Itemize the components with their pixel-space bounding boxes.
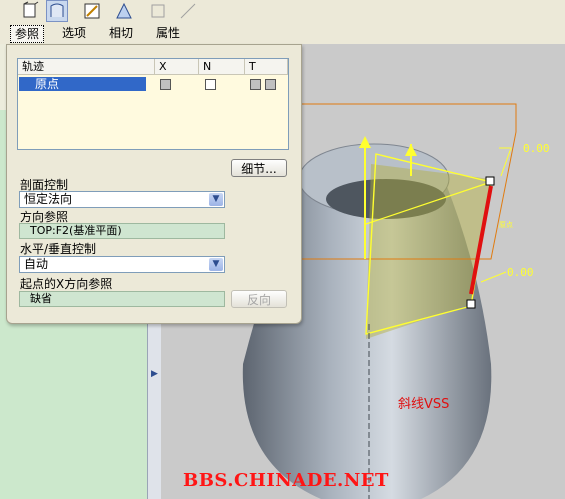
tab-references[interactable]: 参照 (10, 25, 45, 43)
t-checkbox[interactable] (250, 79, 261, 90)
dimension-label[interactable]: 0.00 (507, 266, 534, 279)
column-header-x: X (155, 59, 199, 75)
rectangle-icon (148, 1, 168, 21)
watermark: BBS.CHINADE.NET (183, 470, 389, 491)
table-row[interactable]: 原点 (19, 77, 146, 91)
x-checkbox[interactable] (160, 79, 171, 90)
section-icon[interactable] (20, 1, 40, 21)
references-panel: 轨迹 X N T 原点 细节... 剖面控制 恒定法向 ▼ 方向参照 TOP:F… (6, 44, 302, 324)
section-control-value: 恒定法向 (24, 192, 73, 206)
tab-options[interactable]: 选项 (58, 25, 90, 41)
tab-tangency[interactable]: 相切 (105, 25, 137, 41)
panel-collapse-icon[interactable]: ▶ (151, 369, 158, 379)
surface-icon[interactable] (46, 0, 68, 22)
origin-tag: 原点 (499, 221, 513, 229)
column-header-t: T (245, 59, 288, 75)
tab-properties[interactable]: 属性 (152, 25, 184, 41)
column-header-n: N (199, 59, 245, 75)
hv-control-dropdown[interactable]: 自动 ▼ (19, 256, 225, 273)
start-x-field[interactable]: 缺省 (19, 291, 225, 307)
trajectory-table[interactable]: 轨迹 X N T 原点 (17, 58, 289, 150)
direction-ref-label: 方向参照 (20, 210, 69, 224)
details-button[interactable]: 细节... (231, 159, 287, 177)
direction-ref-field[interactable]: TOP:F2(基准平面) (19, 223, 225, 239)
curve-annotation: 斜线VSS (398, 397, 450, 412)
combo-dropdown-icon[interactable]: ▼ (209, 193, 223, 206)
hv-control-label: 水平/垂直控制 (20, 242, 97, 256)
section-control-label: 剖面控制 (20, 178, 69, 192)
dimension-label[interactable]: 0.00 (523, 142, 550, 155)
sketch-icon[interactable] (82, 1, 102, 21)
section-control-dropdown[interactable]: 恒定法向 ▼ (19, 191, 225, 208)
thicken-icon[interactable] (114, 1, 134, 21)
tab-bar: 参照 选项 相切 属性 (0, 22, 565, 44)
top-toolbar (0, 0, 565, 23)
combo-dropdown-icon[interactable]: ▼ (209, 258, 223, 271)
line-icon (178, 1, 198, 21)
hv-control-value: 自动 (24, 257, 49, 271)
start-x-label: 起点的X方向参照 (20, 277, 113, 291)
n-checkbox[interactable] (205, 79, 216, 90)
t-checkbox-secondary[interactable] (265, 79, 276, 90)
column-header-trajectory: 轨迹 (18, 59, 155, 75)
flip-button[interactable]: 反向 (231, 290, 287, 308)
